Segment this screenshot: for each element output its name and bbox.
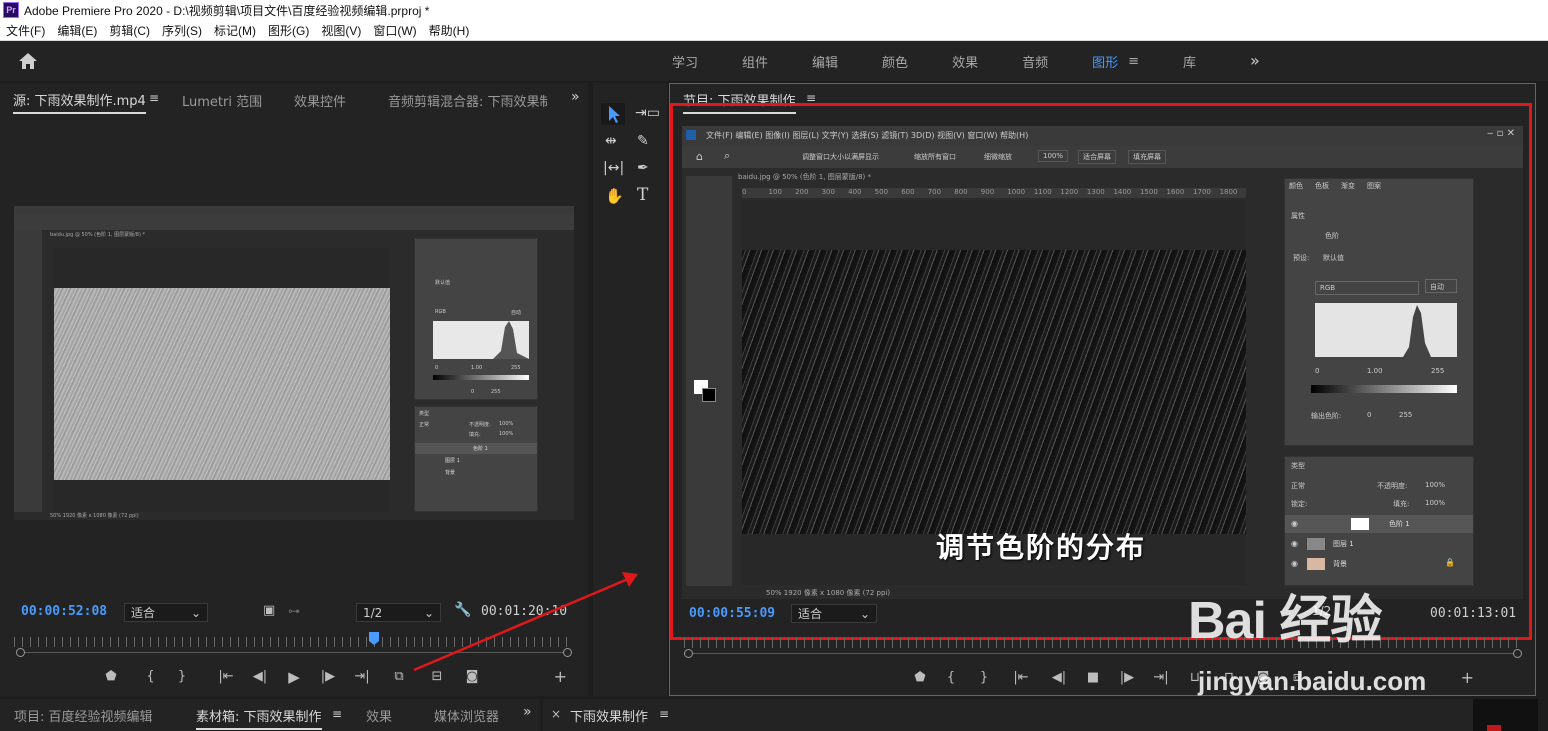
bottom-left-more-button[interactable]: »	[523, 704, 532, 720]
audio-meter-panel	[1473, 699, 1538, 731]
tab-media-browser[interactable]: 媒体浏览器	[434, 706, 499, 725]
bin-tab-menu-icon[interactable]: ≡	[332, 707, 342, 721]
tab-bin[interactable]: 素材箱: 下雨效果制作	[196, 706, 322, 730]
baidu-watermark-url: jingyan.baidu.com	[1198, 666, 1427, 696]
tab-effects[interactable]: 效果	[366, 706, 392, 725]
tab-timeline-sequence[interactable]: 下雨效果制作	[570, 706, 648, 725]
tab-project[interactable]: 项目: 百度经验视频编辑	[14, 706, 153, 725]
timeline-tab-menu-icon[interactable]: ≡	[659, 707, 669, 721]
timeline-panel-tabs: × 下雨效果制作 ≡	[543, 699, 1538, 731]
audio-clip-indicator	[1487, 725, 1501, 731]
project-panel-tabs: 项目: 百度经验视频编辑 素材箱: 下雨效果制作 ≡ 效果 媒体浏览器 »	[0, 699, 540, 731]
baidu-watermark-logo: Bai 经验	[1188, 592, 1382, 650]
close-icon[interactable]: ×	[551, 707, 561, 721]
